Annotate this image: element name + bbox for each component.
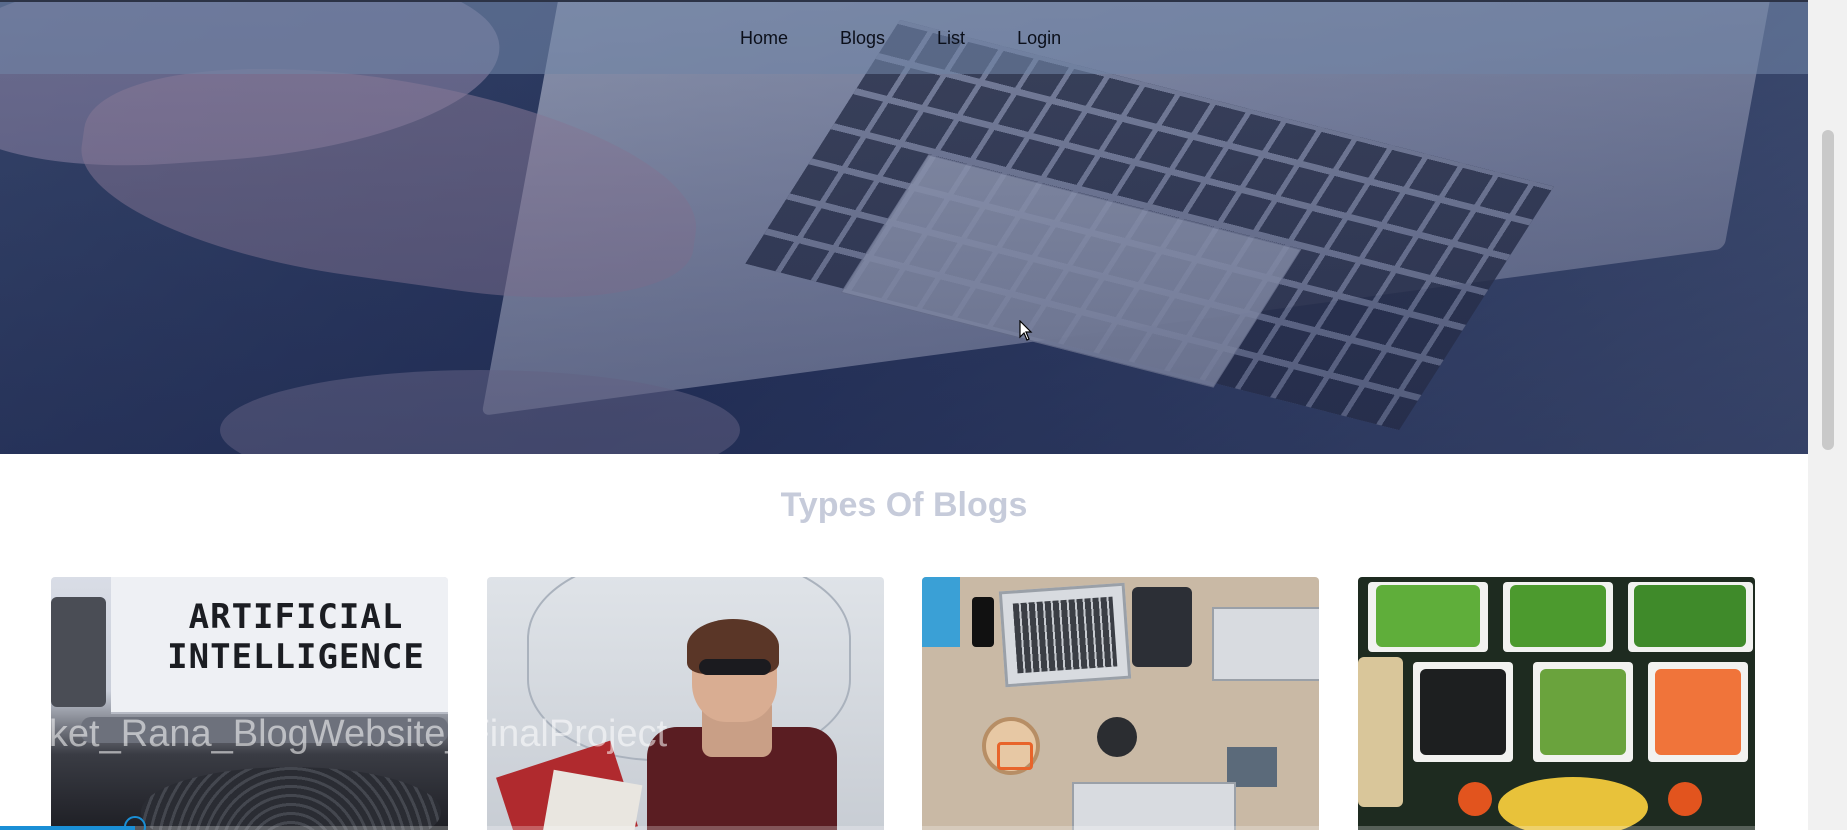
- desk-laptop: [998, 582, 1132, 688]
- nav-home-link[interactable]: Home: [740, 28, 788, 49]
- corn-fill: [1498, 777, 1648, 830]
- typewriter-side: [51, 597, 106, 707]
- video-progress-handle[interactable]: [123, 816, 146, 830]
- desk-phone: [972, 597, 994, 647]
- nav-list-link[interactable]: List: [937, 28, 965, 49]
- chickpeas-fill: [1358, 657, 1403, 807]
- nav-blogs-link[interactable]: Blogs: [840, 28, 885, 49]
- blog-card-fashion[interactable]: [487, 577, 884, 830]
- video-progress-bar[interactable]: [0, 816, 1847, 830]
- card-image-text: ARTIFICIAL INTELLIGENCE: [167, 597, 425, 677]
- desk-notebook: [922, 577, 960, 647]
- olives-fill: [1420, 669, 1506, 755]
- carrots-fill: [1655, 669, 1741, 755]
- greens-fill: [1510, 585, 1606, 647]
- desk-laptop-bottom: [1072, 782, 1236, 830]
- blog-card-workspace[interactable]: [922, 577, 1319, 830]
- scrollbar-thumb[interactable]: [1822, 130, 1834, 450]
- page-scrollbar[interactable]: [1808, 0, 1847, 830]
- desk-device: [1227, 747, 1277, 787]
- desk-laptop-right: [1212, 607, 1319, 681]
- section-title: Types Of Blogs: [780, 486, 1028, 524]
- desk-teapot: [1097, 717, 1137, 757]
- tomato-icon: [1458, 782, 1492, 816]
- blog-card-ai[interactable]: ARTIFICIAL INTELLIGENCE: [51, 577, 448, 830]
- page: Home Blogs List Login Types Of Blogs ART…: [0, 0, 1847, 830]
- navbar: Home Blogs List Login: [0, 0, 1808, 74]
- blog-type-cards: ARTIFICIAL INTELLIGENCE: [51, 577, 1756, 830]
- tomato-icon: [1668, 782, 1702, 816]
- desk-tablet: [1132, 587, 1192, 667]
- sunglasses-icon: [699, 659, 771, 675]
- video-progress-fill: [0, 826, 135, 830]
- nav-login-link[interactable]: Login: [1017, 28, 1061, 49]
- nav-links: Home Blogs List Login: [740, 2, 1113, 74]
- lettuce-fill: [1376, 585, 1480, 647]
- blog-card-food[interactable]: [1358, 577, 1755, 830]
- kale-fill: [1634, 585, 1746, 647]
- desk-orange-device: [997, 742, 1033, 770]
- video-title: Aniket_Rana_BlogWebsite_FinalProject: [0, 713, 668, 755]
- broccoli-fill: [1540, 669, 1626, 755]
